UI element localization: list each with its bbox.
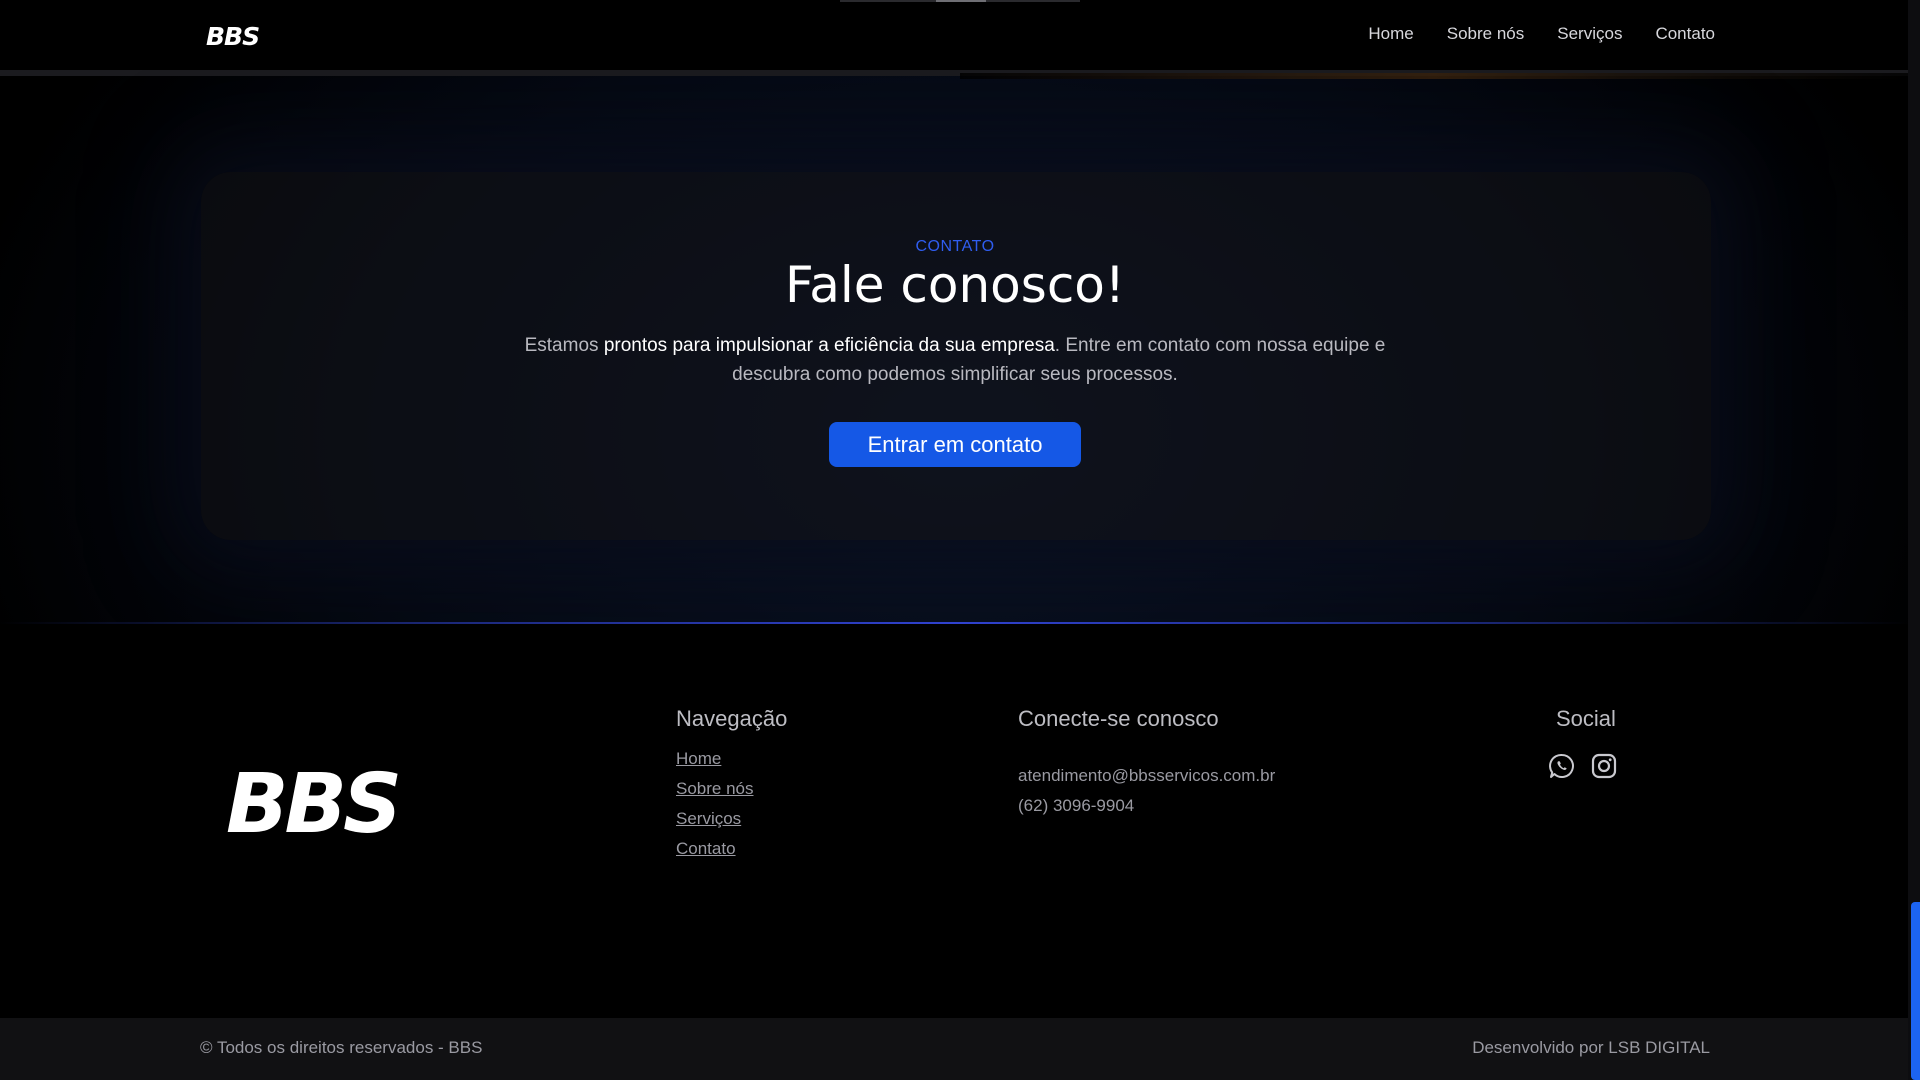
contact-cta-button[interactable]: Entrar em contato <box>829 422 1081 467</box>
developer-credits[interactable]: Desenvolvido por LSB DIGITAL <box>1472 1038 1710 1058</box>
header-logo[interactable]: BBS <box>206 22 260 51</box>
footer-link-servicos[interactable]: Serviços <box>676 809 754 828</box>
footer-contact-title: Conecte-se conosco <box>1018 706 1219 731</box>
footer-social-title: Social <box>1556 706 1616 731</box>
footer-link-home[interactable]: Home <box>676 749 754 768</box>
page: BBS Home Sobre nós Serviços Contato CONT… <box>0 0 1920 1080</box>
top-progress-indicator <box>840 0 1080 2</box>
section-title: Fale conosco! <box>785 256 1125 314</box>
footer-link-contato[interactable]: Contato <box>676 839 754 858</box>
description-part1: Estamos <box>524 335 604 356</box>
page-scrollbar[interactable] <box>1908 0 1920 1080</box>
social-icons <box>1548 752 1618 780</box>
footer-logo[interactable]: BBS <box>226 764 402 846</box>
description-highlight: prontos para impulsionar a eficiência da… <box>603 335 1055 356</box>
footer-navigation-links: Home Sobre nós Serviços Contato <box>676 749 754 869</box>
whatsapp-icon[interactable] <box>1548 752 1576 780</box>
site-header: BBS Home Sobre nós Serviços Contato <box>0 0 1908 79</box>
scrollbar-thumb[interactable] <box>1911 902 1920 1080</box>
section-eyebrow: CONTATO <box>915 238 995 255</box>
nav-contato[interactable]: Contato <box>1655 24 1715 44</box>
footer-phone[interactable]: (62) 3096-9904 <box>1018 791 1275 821</box>
nav-home[interactable]: Home <box>1368 24 1413 44</box>
footer-email[interactable]: atendimento@bbsservicos.com.br <box>1018 761 1275 791</box>
main-nav: Home Sobre nós Serviços Contato <box>1335 24 1715 44</box>
nav-sobre-nos[interactable]: Sobre nós <box>1447 24 1525 44</box>
nav-servicos[interactable]: Serviços <box>1557 24 1622 44</box>
footer-link-sobre-nos[interactable]: Sobre nós <box>676 779 754 798</box>
copyright-text: © Todos os direitos reservados - BBS <box>200 1038 483 1057</box>
instagram-icon[interactable] <box>1590 752 1618 780</box>
header-accent-line <box>960 73 1908 79</box>
bottom-bar: © Todos os direitos reservados - BBS Des… <box>0 1018 1908 1080</box>
site-footer: BBS Navegação Home Sobre nós Serviços Co… <box>0 624 1908 1018</box>
footer-navigation-title: Navegação <box>676 706 788 731</box>
section-description: Estamos prontos para impulsionar a efici… <box>500 331 1410 389</box>
footer-contact-info: atendimento@bbsservicos.com.br (62) 3096… <box>1018 761 1275 821</box>
